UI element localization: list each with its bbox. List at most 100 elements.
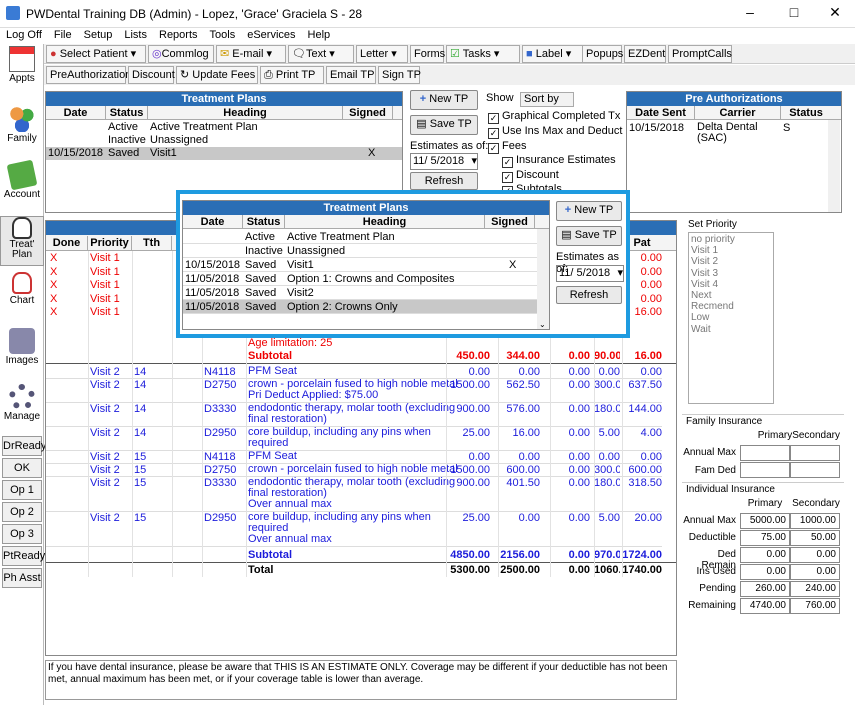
priority-option[interactable]: Low <box>691 312 709 323</box>
fees-checkbox[interactable]: ✓ Fees <box>488 140 526 154</box>
email-tp-button[interactable]: Email TP <box>326 66 376 84</box>
fam-ded-primary[interactable] <box>740 462 790 478</box>
menu-reports[interactable]: Reports <box>153 28 204 42</box>
show-tab[interactable]: Show <box>486 92 514 104</box>
insurance-estimates-checkbox[interactable]: ✓ Insurance Estimates <box>502 154 616 168</box>
manage-module[interactable]: Manage <box>0 384 44 422</box>
op2-button[interactable]: Op 2 <box>2 502 42 522</box>
forms-button[interactable]: Forms <box>410 45 445 63</box>
tp-back-row[interactable]: Active Active Treatment Plan <box>46 121 402 134</box>
indiv-secondary-value[interactable]: 0.00 <box>790 564 840 580</box>
indiv-primary-value[interactable]: 5000.00 <box>740 513 790 529</box>
procedure-row[interactable]: Visit 2 14 N4118 PFM Seat 0.00 0.00 0.00 0.00 0.… <box>46 366 662 379</box>
preauth-scrollbar[interactable] <box>828 120 840 212</box>
ezdent-button[interactable]: EZDent <box>624 45 666 63</box>
indiv-primary-value[interactable]: 4740.00 <box>740 598 790 614</box>
tp-front-row[interactable]: Inactive Unassigned <box>183 244 537 258</box>
menu-tools[interactable]: Tools <box>204 28 242 42</box>
menu-help[interactable]: Help <box>302 28 337 42</box>
tp-back-row[interactable]: Inactive Unassigned <box>46 134 402 147</box>
procedure-row[interactable]: Visit 2 15 N4118 PFM Seat 0.00 0.00 0.00 0.00 0.… <box>46 451 662 464</box>
indiv-secondary-value[interactable]: 50.00 <box>790 530 840 546</box>
new-tp-button-back[interactable]: + New TP <box>410 90 478 110</box>
commlog-button[interactable]: ◎Commlog <box>148 45 214 63</box>
tasks-button[interactable]: ☑ Tasks ▾ <box>446 45 520 63</box>
sign-tp-button[interactable]: Sign TP <box>378 66 421 84</box>
family-annual-max-secondary[interactable] <box>790 445 840 461</box>
promptcalls-button[interactable]: PromptCalls <box>668 45 732 63</box>
account-module[interactable]: Account <box>0 159 44 200</box>
indiv-primary-value[interactable]: 0.00 <box>740 564 790 580</box>
tp-front-row[interactable]: 11/05/2018 Saved Visit2 <box>183 286 537 300</box>
tp-front-row[interactable]: 11/05/2018 Saved Option 2: Crowns Only <box>183 300 537 314</box>
priority-option[interactable]: Visit 2 <box>691 256 718 267</box>
indiv-secondary-value[interactable]: 760.00 <box>790 598 840 614</box>
discount-button[interactable]: Discount <box>128 66 175 84</box>
close-button[interactable]: ✕ <box>815 4 855 24</box>
print-tp-button[interactable]: ⎙ Print TP <box>260 66 324 84</box>
maximize-button[interactable]: □ <box>774 4 814 24</box>
ok-button[interactable]: OK <box>2 458 42 478</box>
treat-plan-module[interactable]: Treat' Plan <box>0 216 44 266</box>
email-button[interactable]: ✉ E-mail ▾ <box>216 45 286 63</box>
procedure-row[interactable]: Visit 2 15 D2950 core buildup, including an… <box>46 512 662 547</box>
graphical-completed-checkbox[interactable]: ✓ Graphical Completed Tx <box>488 110 620 124</box>
update-fees-button[interactable]: ↻ Update Fees <box>176 66 258 84</box>
op1-button[interactable]: Op 1 <box>2 480 42 500</box>
refresh-button-back[interactable]: Refresh <box>410 172 478 190</box>
sort-by-tab[interactable]: Sort by <box>520 92 574 107</box>
menu-file[interactable]: File <box>48 28 78 42</box>
indiv-primary-value[interactable]: 260.00 <box>740 581 790 597</box>
family-annual-max-primary[interactable] <box>740 445 790 461</box>
family-module[interactable]: Family <box>0 106 44 144</box>
estimates-date-picker[interactable]: 11/ 5/2018 ▾ <box>556 265 624 282</box>
preauth-date[interactable]: 10/15/2018 <box>629 122 684 134</box>
use-ins-max-checkbox[interactable]: ✓ Use Ins Max and Deduct <box>488 125 622 139</box>
ph-asst-button[interactable]: Ph Asst <box>2 568 42 588</box>
preauth-status[interactable]: S <box>783 122 790 134</box>
drready-button[interactable]: DrReady <box>2 436 46 456</box>
new-tp-button[interactable]: + New TP <box>556 201 622 221</box>
procedure-row[interactable]: Visit 2 14 D3330 endodontic therapy, molar … <box>46 403 662 427</box>
preauthorization-button[interactable]: PreAuthorization <box>46 66 131 84</box>
indiv-primary-value[interactable]: 0.00 <box>740 547 790 563</box>
letter-button[interactable]: Letter ▾ <box>356 45 408 63</box>
priority-option[interactable]: Visit 4 <box>691 279 718 290</box>
save-tp-button[interactable]: ▤ Save TP <box>556 226 622 246</box>
priority-option[interactable]: Next <box>691 290 712 301</box>
tp-front-row[interactable]: Active Active Treatment Plan <box>183 230 537 244</box>
menu-eservices[interactable]: eServices <box>241 28 301 42</box>
preauth-carrier[interactable]: Delta Dental (SAC) <box>697 122 781 144</box>
tp-front-row[interactable]: 11/05/2018 Saved Option 1: Crowns and Comp… <box>183 272 537 286</box>
appts-module[interactable]: Appts <box>0 46 44 84</box>
procedure-row[interactable]: Visit 2 14 D2950 core buildup, including an… <box>46 427 662 451</box>
priority-option[interactable]: no priority <box>691 234 735 245</box>
priority-option[interactable]: Wait <box>691 324 711 335</box>
indiv-secondary-value[interactable]: 240.00 <box>790 581 840 597</box>
procedure-row[interactable]: Visit 2 15 D2750 crown - porcelain fused to… <box>46 464 662 477</box>
indiv-secondary-value[interactable]: 1000.00 <box>790 513 840 529</box>
fam-ded-secondary[interactable] <box>790 462 840 478</box>
estimates-date-back[interactable]: 11/ 5/2018 ▾ <box>410 153 478 170</box>
menu-log-off[interactable]: Log Off <box>0 28 48 42</box>
popups-button[interactable]: Popups <box>582 45 623 63</box>
tp-front-row[interactable]: 10/15/2018 Saved Visit1 X <box>183 258 537 272</box>
ptready-button[interactable]: PtReady <box>2 546 45 566</box>
tp-back-row[interactable]: 10/15/2018 Saved Visit1 X <box>46 147 402 160</box>
indiv-secondary-value[interactable]: 0.00 <box>790 547 840 563</box>
priority-option[interactable]: Visit 3 <box>691 268 718 279</box>
discount-checkbox[interactable]: ✓ Discount <box>502 169 559 183</box>
tp-scrollbar[interactable]: ⌄ <box>537 229 549 329</box>
indiv-primary-value[interactable]: 75.00 <box>740 530 790 546</box>
refresh-button[interactable]: Refresh <box>556 286 622 304</box>
priority-option[interactable]: Visit 1 <box>691 245 718 256</box>
menu-setup[interactable]: Setup <box>78 28 119 42</box>
images-module[interactable]: Images <box>0 328 44 366</box>
op3-button[interactable]: Op 3 <box>2 524 42 544</box>
save-tp-button-back[interactable]: ▤ Save TP <box>410 115 478 135</box>
text-button[interactable]: 🗨Text ▾ <box>288 45 354 63</box>
procedure-row[interactable]: Visit 2 15 D3330 endodontic therapy, molar … <box>46 477 662 512</box>
select-patient-button[interactable]: ● Select Patient ▾ <box>46 45 146 63</box>
priority-option[interactable]: Recmend <box>691 301 734 312</box>
chart-module[interactable]: Chart <box>0 272 44 306</box>
